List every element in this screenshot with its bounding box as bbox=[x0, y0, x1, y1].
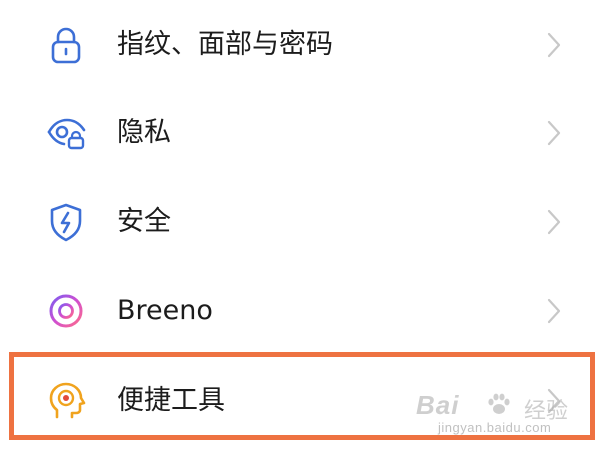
chevron-right-icon bbox=[544, 296, 564, 326]
settings-item-label: 便捷工具 bbox=[117, 385, 225, 416]
settings-item-label: 安全 bbox=[117, 206, 171, 237]
lock-icon bbox=[44, 23, 88, 67]
settings-item-label: 指纹、面部与密码 bbox=[117, 29, 333, 60]
privacy-eye-lock-icon bbox=[44, 111, 88, 155]
chevron-right-icon bbox=[544, 30, 564, 60]
breeno-ring-icon bbox=[44, 289, 88, 333]
settings-list: 指纹、面部与密码 隐私 安全 Breeno 便捷工具 bbox=[0, 0, 600, 450]
chevron-right-icon bbox=[544, 118, 564, 148]
chevron-right-icon bbox=[544, 207, 564, 237]
shield-bolt-icon bbox=[44, 200, 88, 244]
settings-item-fingerprint-face-password[interactable]: 指纹、面部与密码 bbox=[0, 0, 600, 90]
settings-item-security[interactable]: 安全 bbox=[0, 177, 600, 267]
settings-item-label: Breeno bbox=[117, 295, 213, 326]
settings-item-privacy[interactable]: 隐私 bbox=[0, 88, 600, 178]
chevron-right-icon bbox=[544, 386, 564, 416]
settings-item-label: 隐私 bbox=[117, 117, 171, 148]
head-target-icon bbox=[44, 379, 88, 423]
settings-item-convenience-tools[interactable]: 便捷工具 bbox=[0, 356, 600, 446]
settings-item-breeno[interactable]: Breeno bbox=[0, 266, 600, 356]
